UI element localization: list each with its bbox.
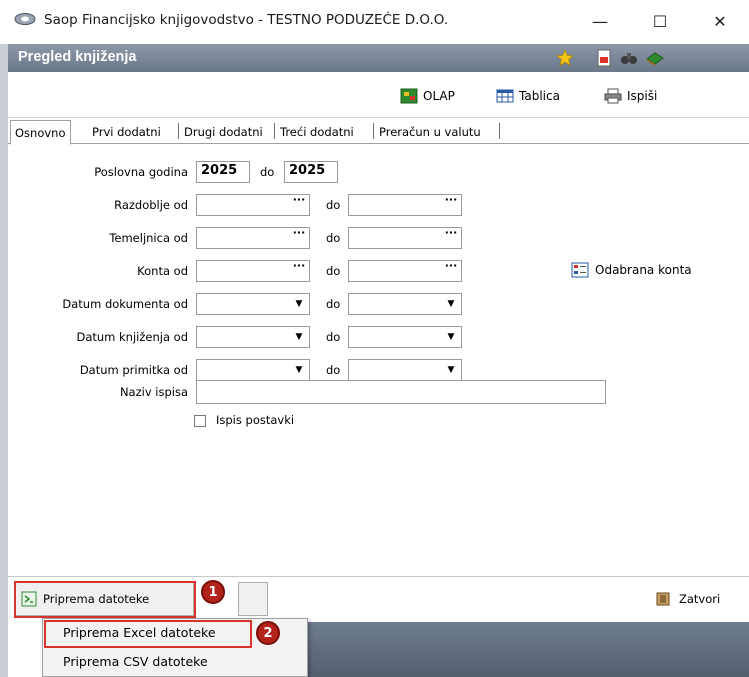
chevron-down-icon[interactable]: ▼ <box>289 360 309 380</box>
konta-label: Konta od <box>137 264 188 278</box>
datum-primitka-to-select[interactable]: ▼ <box>348 359 462 381</box>
chevron-down-icon[interactable]: ▼ <box>441 294 461 314</box>
lookup-button[interactable]: ··· <box>289 260 309 281</box>
close-button[interactable]: ✕ <box>700 6 740 36</box>
binoculars-icon[interactable] <box>620 49 638 67</box>
year-to-input[interactable]: 2025 <box>284 161 338 183</box>
datum-knjizenja-label: Datum knjiženja od <box>76 330 188 344</box>
close-door-icon <box>656 592 670 606</box>
lookup-button[interactable]: ··· <box>441 227 461 248</box>
lookup-button[interactable]: ··· <box>289 227 309 248</box>
ispis-postavki-checkbox[interactable] <box>194 415 206 427</box>
poslovna-godina-label: Poslovna godina <box>94 165 188 179</box>
temeljnica-to-input[interactable]: ··· <box>348 227 462 249</box>
tab-prvi-dodatni[interactable]: Prvi dodatni <box>88 120 165 144</box>
tab-preracun-u-valutu[interactable]: Preračun u valutu <box>375 120 485 144</box>
datum-dokumenta-label: Datum dokumenta od <box>62 297 188 311</box>
window-title: Saop Financijsko knjigovodstvo - TESTNO … <box>44 12 449 28</box>
module-title: Pregled knjiženja <box>18 49 137 65</box>
odabrana-konta-button[interactable]: Odabrana konta <box>571 262 692 278</box>
konta-to-input[interactable]: ··· <box>348 260 462 282</box>
maximize-button[interactable]: ☐ <box>640 6 680 36</box>
ispisi-label: Ispiši <box>627 89 658 103</box>
favorite-star-icon[interactable] <box>556 49 574 67</box>
do-label: do <box>326 231 341 245</box>
datum-primitka-label: Datum primitka od <box>79 363 188 377</box>
app-background <box>308 622 749 677</box>
do-label: do <box>326 330 341 344</box>
temeljnica-label: Temeljnica od <box>109 231 188 245</box>
do-label: do <box>326 363 341 377</box>
form-panel: Poslovna godina 2025 do 2025 Razdoblje o… <box>8 145 749 575</box>
olap-label: OLAP <box>423 89 455 103</box>
ispisi-button[interactable]: Ispiši <box>604 86 657 106</box>
bottom-bar: Priprema datoteke 1 Zatvori <box>8 576 749 622</box>
step-badge-1: 1 <box>201 580 225 604</box>
tab-drugi-dodatni[interactable]: Drugi dodatni <box>180 120 267 144</box>
tab-strip: Osnovno Prvi dodatni Drugi dodatni Treći… <box>8 118 749 145</box>
pdf-document-icon[interactable] <box>595 49 613 67</box>
zatvori-label: Zatvori <box>679 592 721 606</box>
tab-separator <box>373 123 374 139</box>
window-titlebar: Saop Financijsko knjigovodstvo - TESTNO … <box>0 0 749 44</box>
olap-button[interactable]: OLAP <box>400 86 455 106</box>
year-from-input[interactable]: 2025 <box>196 161 250 183</box>
datum-knjizenja-to-select[interactable]: ▼ <box>348 326 462 348</box>
help-book-icon[interactable] <box>646 49 664 67</box>
minimize-button[interactable]: — <box>580 6 620 36</box>
module-header: Pregled knjiženja <box>8 44 749 72</box>
odabrana-konta-label: Odabrana konta <box>595 263 692 277</box>
toolbar: OLAP Tablica Ispiši <box>8 72 749 118</box>
highlight-frame <box>14 581 196 618</box>
tab-osnovno[interactable]: Osnovno <box>10 120 71 145</box>
datum-dokumenta-from-select[interactable]: ▼ <box>196 293 310 315</box>
razdoblje-to-input[interactable]: ··· <box>348 194 462 216</box>
olap-cube-icon <box>400 88 418 104</box>
datum-knjizenja-from-select[interactable]: ▼ <box>196 326 310 348</box>
tab-treci-dodatni[interactable]: Treći dodatni <box>276 120 358 144</box>
datum-primitka-from-select[interactable]: ▼ <box>196 359 310 381</box>
tab-separator <box>274 123 275 139</box>
highlight-frame <box>44 620 252 648</box>
lookup-button[interactable]: ··· <box>289 194 309 215</box>
naziv-ispisa-label: Naziv ispisa <box>119 385 188 399</box>
lookup-button[interactable]: ··· <box>441 194 461 215</box>
menu-item-csv[interactable]: Priprema CSV datoteke <box>63 654 208 669</box>
razdoblje-from-input[interactable]: ··· <box>196 194 310 216</box>
checklist-icon <box>571 262 589 278</box>
zatvori-button[interactable]: Zatvori <box>648 585 744 613</box>
chevron-down-icon[interactable]: ▼ <box>441 327 461 347</box>
tab-separator <box>178 123 179 139</box>
split-button-arrow[interactable] <box>238 582 268 616</box>
step-badge-2: 2 <box>256 621 280 645</box>
do-label: do <box>260 165 275 179</box>
app-logo-icon <box>14 13 36 25</box>
do-label: do <box>326 198 341 212</box>
chevron-down-icon[interactable]: ▼ <box>289 294 309 314</box>
razdoblje-label: Razdoblje od <box>114 198 188 212</box>
chevron-down-icon[interactable]: ▼ <box>289 327 309 347</box>
temeljnica-from-input[interactable]: ··· <box>196 227 310 249</box>
datum-dokumenta-to-select[interactable]: ▼ <box>348 293 462 315</box>
window-left-edge <box>0 44 8 677</box>
tablica-label: Tablica <box>519 89 560 103</box>
do-label: do <box>326 297 341 311</box>
printer-icon <box>604 88 622 104</box>
chevron-down-icon[interactable]: ▼ <box>441 360 461 380</box>
konta-from-input[interactable]: ··· <box>196 260 310 282</box>
tab-separator <box>499 123 500 139</box>
tablica-button[interactable]: Tablica <box>496 86 560 106</box>
lookup-button[interactable]: ··· <box>441 260 461 281</box>
table-icon <box>496 89 514 103</box>
ispis-postavki-label: Ispis postavki <box>216 413 295 427</box>
naziv-ispisa-input[interactable] <box>196 380 606 404</box>
do-label: do <box>326 264 341 278</box>
